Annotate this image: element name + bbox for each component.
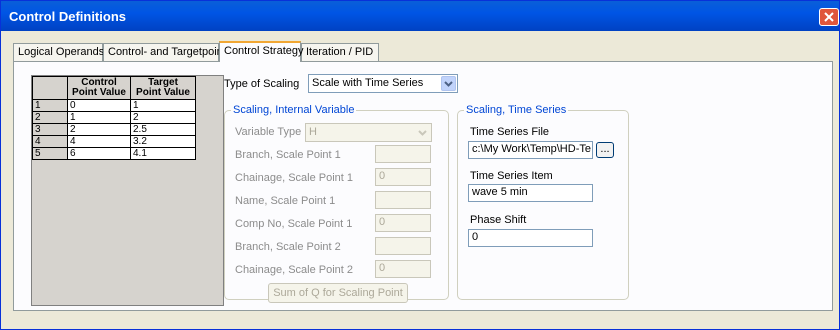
control-cell[interactable]: 1: [67, 111, 131, 124]
header-line: Point Value: [72, 87, 126, 98]
chainage2-label: Chainage, Scale Point 2: [235, 264, 354, 276]
row-number[interactable]: 3: [32, 123, 68, 136]
internal-variable-legend: Scaling, Internal Variable: [231, 104, 357, 116]
control-definitions-window: Control Definitions Logical Operands Con…: [0, 0, 840, 330]
chevron-down-icon: [418, 130, 427, 136]
point-value-table: Control Point Value Target Point Value 1…: [32, 76, 196, 160]
row-number[interactable]: 2: [32, 111, 68, 124]
header-target-point-value[interactable]: Target Point Value: [130, 76, 196, 100]
branch1-field[interactable]: [375, 145, 431, 163]
dropdown-arrow[interactable]: [441, 76, 456, 91]
branch2-field[interactable]: [375, 237, 431, 255]
close-button[interactable]: [819, 8, 839, 26]
internal-variable-group: Scaling, Internal Variable Variable Type…: [224, 104, 449, 303]
name1-label: Name, Scale Point 1: [235, 195, 336, 207]
tab-control-targetpoint[interactable]: Control- and Targetpoint: [103, 43, 226, 61]
sum-of-q-button[interactable]: Sum of Q for Scaling Point: [268, 283, 408, 303]
row-number[interactable]: 4: [32, 135, 68, 148]
corner-cell: [32, 76, 68, 100]
name1-field[interactable]: [375, 191, 431, 209]
header-line: Point Value: [136, 87, 190, 98]
variable-type-label: Variable Type: [235, 126, 302, 138]
control-cell[interactable]: 0: [67, 99, 131, 112]
chevron-down-icon: [444, 81, 453, 87]
window-title: Control Definitions: [9, 9, 126, 24]
target-cell[interactable]: 2.5: [130, 123, 196, 136]
target-cell[interactable]: 4.1: [130, 147, 196, 160]
table-header-row: Control Point Value Target Point Value: [32, 76, 196, 100]
table-row[interactable]: 212: [32, 111, 196, 124]
time-series-file-field[interactable]: c:\My Work\Temp\HD-Te: [468, 141, 593, 159]
type-of-scaling-label: Type of Scaling: [224, 78, 300, 90]
table-row[interactable]: 3 2 2.5: [32, 123, 196, 136]
comp1-label: Comp No, Scale Point 1: [235, 218, 353, 230]
control-cell[interactable]: 2: [67, 123, 131, 136]
title-bar[interactable]: Control Definitions: [1, 1, 839, 31]
variable-type-value: H: [309, 126, 317, 138]
target-cell[interactable]: 3.2: [130, 135, 196, 148]
time-series-legend: Scaling, Time Series: [464, 104, 569, 116]
phase-shift-label: Phase Shift: [470, 214, 527, 226]
point-value-grid[interactable]: Control Point Value Target Point Value 1…: [31, 75, 224, 306]
control-strategy-panel: Control Point Value Target Point Value 1…: [13, 61, 833, 311]
chainage1-label: Chainage, Scale Point 1: [235, 172, 354, 184]
browse-button[interactable]: ...: [596, 142, 614, 158]
header-control-point-value[interactable]: Control Point Value: [67, 76, 131, 100]
control-cell[interactable]: 4: [67, 135, 131, 148]
time-series-item-label: Time Series Item: [470, 170, 553, 182]
time-series-group: Scaling, Time Series Time Series File c:…: [457, 104, 629, 300]
comp1-field[interactable]: 0: [375, 214, 431, 232]
tab-iteration-pid[interactable]: Iteration / PID: [301, 43, 379, 61]
table-row[interactable]: 4 4 3.2: [32, 135, 196, 148]
dropdown-arrow[interactable]: [415, 125, 430, 140]
variable-type-select[interactable]: H: [305, 123, 432, 142]
type-of-scaling-select[interactable]: Scale with Time Series: [308, 74, 458, 93]
target-cell[interactable]: 1: [130, 99, 196, 112]
tab-control-strategy[interactable]: Control Strategy: [219, 41, 303, 62]
control-cell[interactable]: 6: [67, 147, 131, 160]
table-row[interactable]: 101: [32, 99, 196, 112]
phase-shift-field[interactable]: 0: [468, 229, 593, 247]
chainage2-field[interactable]: 0: [375, 260, 431, 278]
table-row[interactable]: 5 6 4.1: [32, 147, 196, 160]
time-series-item-field[interactable]: wave 5 min: [468, 184, 593, 202]
type-of-scaling-value: Scale with Time Series: [312, 77, 424, 89]
branch1-label: Branch, Scale Point 1: [235, 149, 341, 161]
time-series-file-label: Time Series File: [470, 126, 550, 138]
branch2-label: Branch, Scale Point 2: [235, 241, 341, 253]
target-cell[interactable]: 2: [130, 111, 196, 124]
row-number[interactable]: 1: [32, 99, 68, 112]
tab-logical-operands[interactable]: Logical Operands: [13, 43, 104, 61]
chainage1-field[interactable]: 0: [375, 168, 431, 186]
row-number[interactable]: 5: [32, 147, 68, 160]
close-icon: [824, 12, 834, 22]
